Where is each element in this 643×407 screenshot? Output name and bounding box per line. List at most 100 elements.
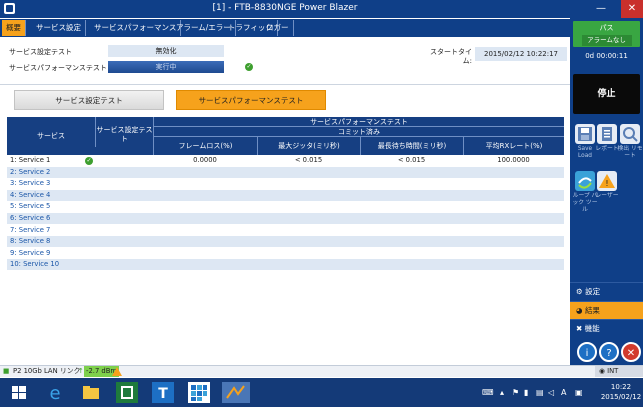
verdict-label: パス — [599, 24, 614, 32]
windows-start-icon[interactable] — [8, 382, 30, 403]
service-name: 9: Service 9 — [10, 248, 51, 257]
tab-service-performance[interactable]: サービスパフォーマンス — [90, 20, 182, 36]
volume-icon[interactable]: ◁ — [548, 388, 554, 397]
clock-date: 2015/02/12 — [600, 393, 642, 401]
table-row[interactable]: 2: Service 2 — [7, 166, 564, 178]
mosaic-app-icon[interactable] — [188, 382, 210, 403]
t-app-icon[interactable]: T — [152, 382, 174, 403]
test-status-panel: サービス設定テスト 無効化 サービスパフォーマンステスト 実行中 ✓ スタートタ… — [0, 38, 570, 82]
stop-button[interactable]: 停止 — [573, 74, 640, 114]
loopback-tool-icon[interactable] — [575, 171, 595, 191]
tab-service-config[interactable]: サービス設定 — [32, 20, 86, 36]
divider — [0, 84, 570, 85]
taskbar: e T ⌨ ▴ ⚑ ▮ ▤ ◁ A ▣ 10:22 2015/02/12 — [0, 378, 643, 407]
table-row[interactable]: 5: Service 5 — [7, 201, 564, 213]
table-row[interactable]: 3: Service 3 — [7, 178, 564, 190]
file-explorer-icon[interactable] — [80, 382, 102, 403]
laser-warning-icon — [112, 367, 122, 376]
start-time-value: 2015/02/12 10:22:17 — [475, 47, 567, 61]
menu-settings-label: 設定 — [585, 287, 601, 296]
subgroup-header-committed: コミット済み — [153, 127, 564, 137]
tray-chevron-icon[interactable]: ▴ — [500, 388, 504, 397]
menu-functions-label: 機能 — [584, 324, 600, 333]
report-icon[interactable] — [597, 124, 617, 144]
test-timer: 0d 00:00:11 — [585, 52, 628, 60]
group-header-perf: サービスパフォーマンステスト — [153, 117, 564, 127]
table-row[interactable]: 7: Service 7 — [7, 224, 564, 236]
laser-label: レーザー — [595, 193, 619, 199]
minimize-button[interactable]: — — [590, 0, 612, 18]
start-time-label: スタートタイム: — [430, 48, 472, 65]
network-icon[interactable]: ▤ — [536, 388, 544, 397]
col-frame-loss: フレームロス(%) — [153, 137, 257, 155]
service-name: 2: Service 2 — [10, 167, 51, 176]
clock[interactable]: 10:22 2015/02/12 — [600, 382, 642, 402]
table-cell: < 0.015 — [294, 156, 323, 164]
table-row[interactable]: 6: Service 6 — [7, 213, 564, 224]
store-icon[interactable] — [116, 382, 138, 403]
results-icon: ◕ — [576, 306, 585, 315]
close-button[interactable]: ✕ — [621, 0, 643, 18]
clock-source-label: INT — [607, 367, 619, 375]
notification-icon[interactable]: ▣ — [575, 388, 583, 397]
flag-icon[interactable]: ⚑ — [512, 388, 519, 397]
service-name: 1: Service 1 — [10, 156, 51, 164]
status-bar: ■ P2 10Gb LAN リンク ↑ -2.7 dBm ◉ INT — [0, 365, 643, 377]
menu-results-label: 結果 — [584, 306, 600, 315]
save-icon[interactable] — [575, 124, 595, 144]
table-header: サービス サービス設定テスト サービスパフォーマンステスト コミット済み フレー… — [7, 117, 564, 155]
col-max-jitter: 最大ジッタ(ミリ秒) — [257, 137, 360, 155]
keyboard-icon[interactable]: ⌨ — [482, 388, 494, 397]
clock-time: 10:22 — [610, 383, 632, 391]
service-name: 8: Service 8 — [10, 237, 51, 246]
col-config-test: サービス設定テスト — [95, 117, 153, 147]
table-cell: 0.0000 — [193, 156, 217, 164]
tab-logger[interactable]: ロガー — [262, 20, 294, 36]
table-row[interactable]: 9: Service 9 — [7, 247, 564, 259]
perf-test-label: サービスパフォーマンステスト — [9, 64, 107, 72]
clock-source: ◉ INT — [595, 366, 643, 377]
power-blazer-app-icon[interactable] — [222, 382, 250, 403]
alarm-status: アラームなし — [581, 35, 632, 46]
laser-icon[interactable]: ! — [597, 171, 617, 191]
table-row[interactable]: 4: Service 4 — [7, 189, 564, 201]
menu-functions[interactable]: ✖ 機能 — [570, 319, 643, 337]
svg-text:!: ! — [605, 179, 608, 188]
functions-icon: ✖ — [576, 324, 585, 333]
battery-icon[interactable]: ▮ — [524, 388, 528, 397]
internet-explorer-icon[interactable]: e — [44, 382, 66, 404]
exit-icon[interactable]: ✕ — [621, 342, 641, 362]
tab-summary[interactable]: 概要 — [2, 20, 26, 36]
perf-test-status: 実行中 — [108, 61, 224, 73]
service-name: 10: Service 10 — [10, 260, 60, 269]
menu-results[interactable]: ◕ 結果 — [570, 301, 643, 319]
config-test-label: サービス設定テスト — [9, 48, 72, 56]
check-icon: ✓ — [245, 63, 253, 71]
title-bar: [1] - FTB-8830NGE Power Blazer — ✕ — [0, 0, 643, 18]
port-status-icon: ■ — [3, 367, 10, 375]
svg-text:e: e — [49, 383, 60, 403]
menu-settings[interactable]: ⚙ 設定 — [570, 282, 643, 300]
table-cell: < 0.015 — [397, 156, 426, 164]
ime-indicator[interactable]: A — [561, 388, 566, 397]
info-icon[interactable]: i — [577, 342, 597, 362]
svg-text:T: T — [158, 386, 168, 402]
check-icon: ✓ — [85, 156, 93, 165]
table-row[interactable]: 10: Service 10 — [7, 259, 564, 271]
clock-icon: ◉ — [599, 367, 608, 375]
discover-remote-label: 検出 リモート — [617, 146, 643, 159]
table-row[interactable]: 1: Service 1 ✓ 0.0000 < 0.015 < 0.015 100.000… — [7, 155, 564, 166]
table-row[interactable]: 8: Service 8 — [7, 236, 564, 248]
discover-remote-icon[interactable] — [620, 124, 640, 144]
table-cell: 100.0000 — [497, 156, 530, 164]
service-name: 3: Service 3 — [10, 179, 51, 188]
verdict-badge: パス アラームなし — [573, 21, 640, 47]
config-test-button[interactable]: サービス設定テスト — [14, 90, 164, 110]
service-name: 4: Service 4 — [10, 190, 51, 199]
perf-test-button[interactable]: サービスパフォーマンステスト — [176, 90, 326, 110]
help-icon[interactable]: ? — [599, 342, 619, 362]
service-name: 5: Service 5 — [10, 202, 51, 211]
service-name: 6: Service 6 — [10, 214, 51, 222]
col-service: サービス — [37, 132, 65, 140]
col-max-latency: 最長待ち時間(ミリ秒) — [360, 137, 463, 155]
